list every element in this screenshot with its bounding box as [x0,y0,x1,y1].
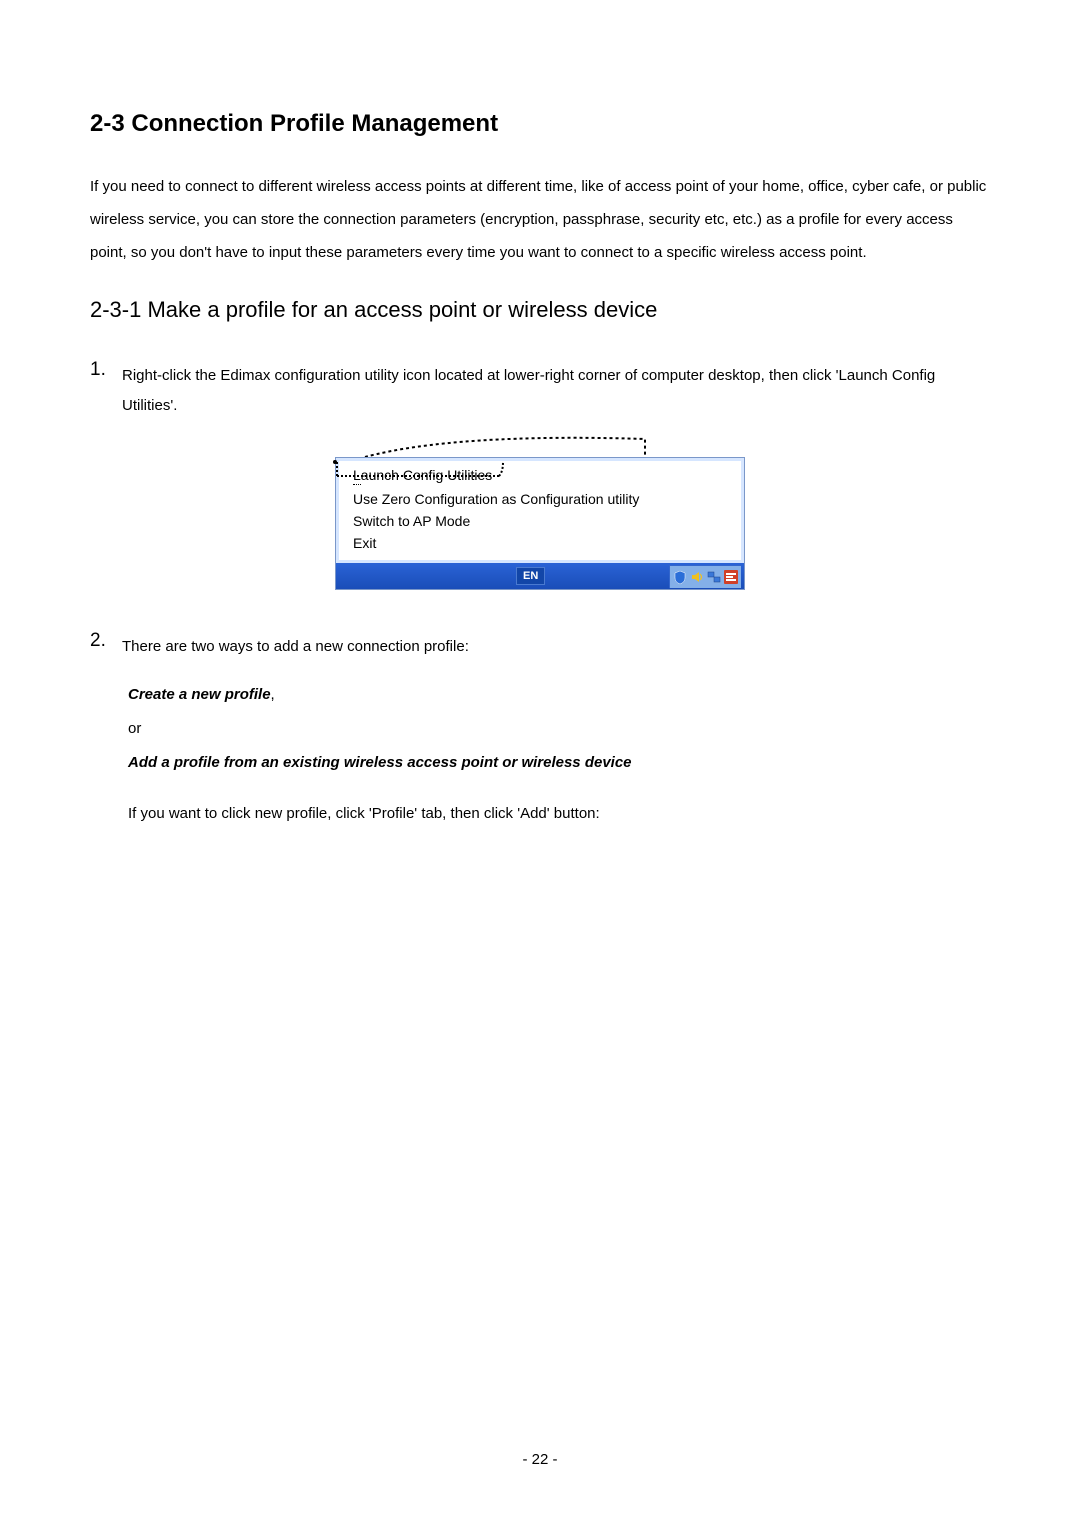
dotted-highlight-box [331,458,511,480]
menu-item-launch-config[interactable]: Launch Config Utilities [339,464,741,488]
create-profile-line: Create a new profile, [128,680,990,710]
intro-paragraph: If you need to connect to different wire… [90,170,990,269]
add-profile-label: Add a profile from an existing wireless … [128,748,990,778]
step-1-text: Right-click the Edimax configuration uti… [122,359,990,421]
menu-item-zero-config[interactable]: Use Zero Configuration as Configuration … [339,488,741,510]
create-profile-label: Create a new profile [128,686,271,703]
click-instruction: If you want to click new profile, click … [128,799,990,829]
edimax-tray-icon[interactable] [723,569,739,585]
or-label: or [128,714,990,744]
subsection-heading: 2-3-1 Make a profile for an access point… [90,297,990,323]
page-number: - 22 - [0,1451,1080,1468]
system-tray [669,565,741,588]
dotted-callout-top [335,435,745,459]
menu-item-switch-ap[interactable]: Switch to AP Mode [339,510,741,532]
create-profile-suffix: , [271,686,275,703]
windows-taskbar: EN [336,563,744,589]
section-title: 2-3 Connection Profile Management [90,110,990,138]
step-number-2: 2. [90,630,120,652]
step-2-text: There are two ways to add a new connecti… [122,630,469,662]
network-icon[interactable] [706,569,722,585]
step-number-1: 1. [90,359,120,381]
menu-item-exit[interactable]: Exit [339,532,741,554]
speaker-icon[interactable] [689,569,705,585]
language-indicator[interactable]: EN [516,567,545,585]
context-menu-screenshot: Launch Config Utilities Use Zero Configu… [335,435,745,590]
shield-icon[interactable] [672,569,688,585]
